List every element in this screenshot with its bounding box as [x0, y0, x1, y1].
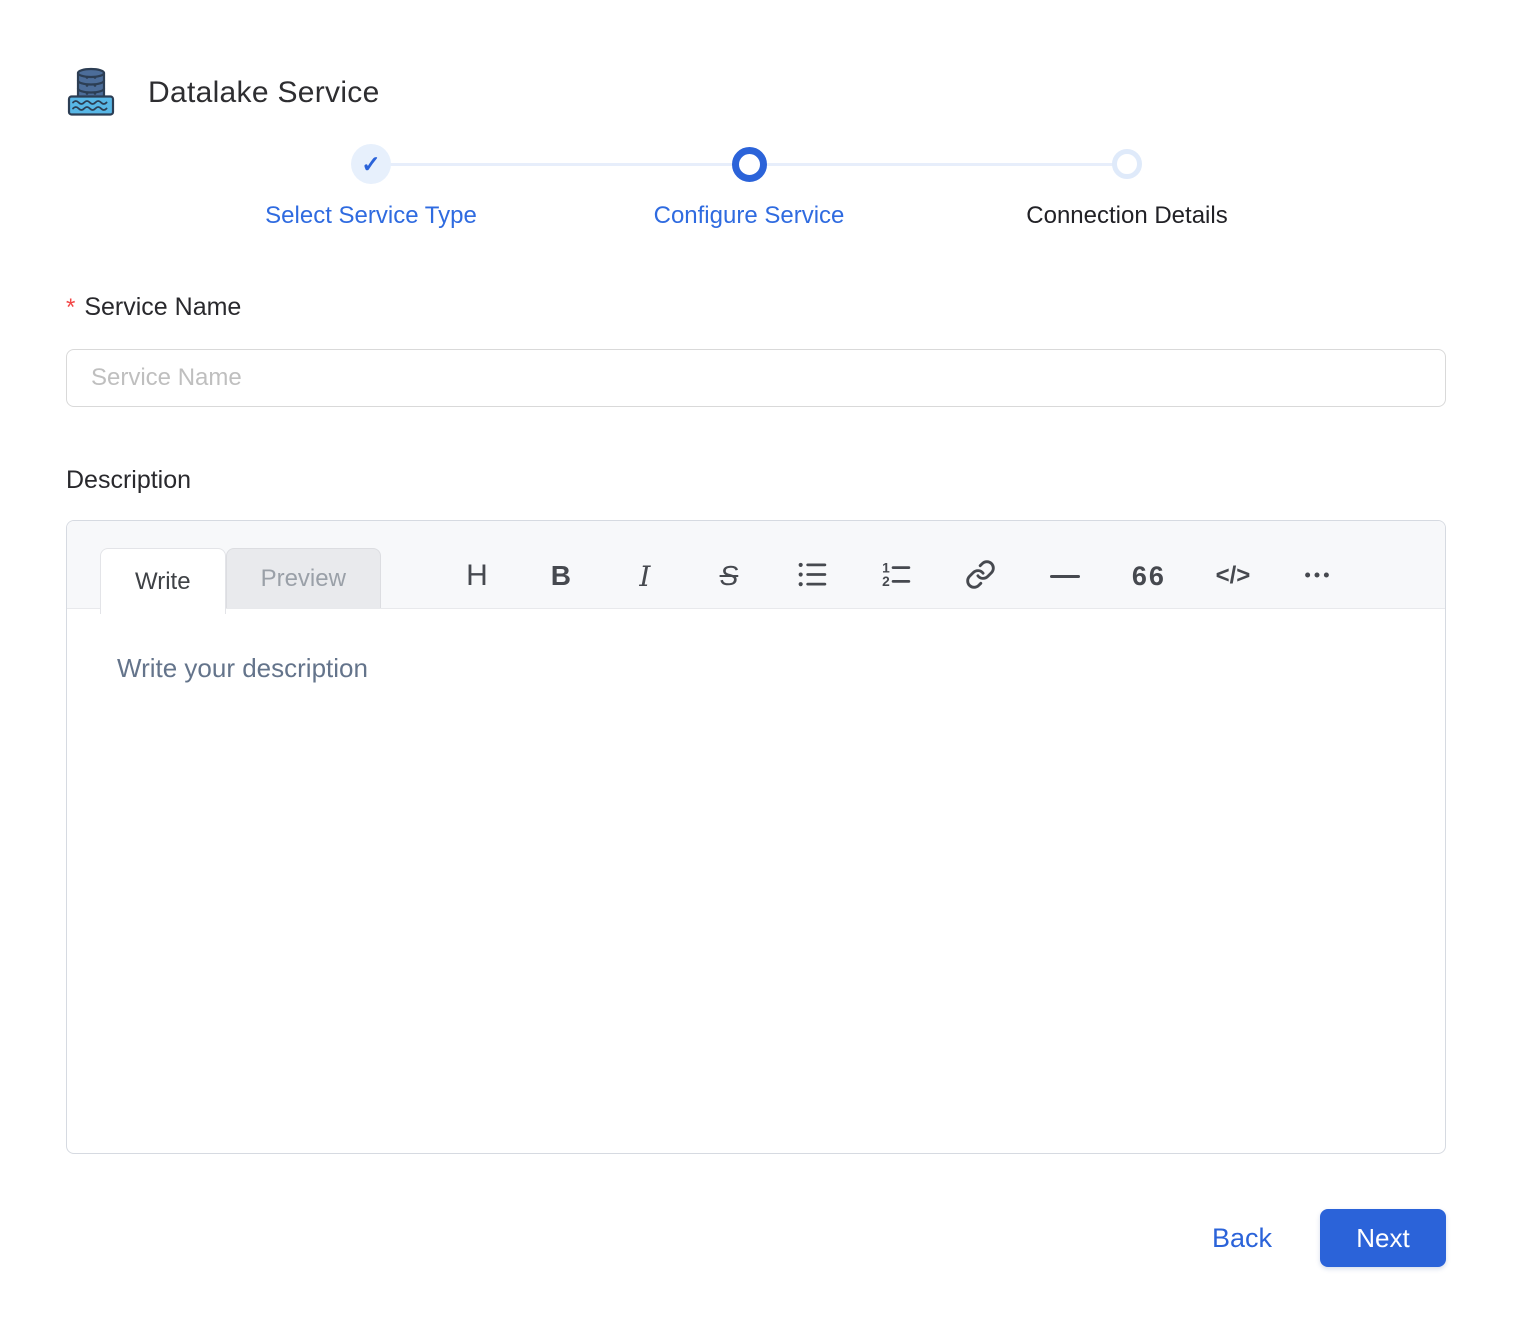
more-icon	[1302, 560, 1332, 593]
required-marker: *	[66, 294, 76, 321]
tab-preview[interactable]: Preview	[225, 548, 381, 608]
description-editor: Write Preview H B I S 1 2 66 </> Write y…	[66, 520, 1446, 1154]
horizontal-rule-button[interactable]	[1023, 554, 1107, 598]
more-button[interactable]	[1275, 554, 1359, 598]
tab-write[interactable]: Write	[100, 548, 226, 614]
quote-button[interactable]: 66	[1107, 554, 1191, 598]
ordered-list-button[interactable]: 1 2	[855, 554, 939, 598]
wizard-footer: Back Next	[66, 1209, 1446, 1267]
italic-icon: I	[639, 559, 651, 593]
quote-icon: 66	[1131, 560, 1166, 591]
step-indicator-completed: ✓	[351, 144, 391, 184]
link-button[interactable]	[939, 554, 1023, 598]
italic-button[interactable]: I	[603, 554, 687, 598]
back-button[interactable]: Back	[1212, 1223, 1272, 1254]
heading-button[interactable]: H	[435, 554, 519, 598]
service-wizard-page: Datalake Service ✓ Select Service Type C…	[0, 0, 1516, 1334]
step-label-select-service-type: Select Service Type	[265, 202, 477, 229]
link-icon	[965, 559, 996, 593]
editor-write-area	[67, 609, 1445, 1153]
service-name-label: * Service Name	[66, 293, 242, 321]
code-icon: </>	[1215, 562, 1251, 589]
unordered-list-button[interactable]	[771, 554, 855, 598]
editor-toolbar: Write Preview H B I S 1 2 66 </>	[67, 521, 1445, 614]
bold-icon: B	[550, 560, 572, 591]
ordered-list-icon: 1 2	[880, 558, 913, 594]
description-label: Description	[66, 466, 192, 494]
svg-text:2: 2	[882, 574, 890, 589]
step-label-configure-service: Configure Service	[653, 202, 845, 229]
unordered-list-icon	[796, 558, 829, 594]
stepper-track: ✓	[182, 144, 1316, 184]
stepper: ✓ Select Service Type Configure Service …	[182, 144, 1316, 230]
strikethrough-icon: S	[719, 560, 739, 591]
step-indicator-pending	[1112, 149, 1142, 179]
description-editor-input[interactable]	[67, 609, 1445, 1153]
datalake-icon	[66, 64, 116, 123]
editor-toolbar-buttons: H B I S 1 2 66 </>	[435, 554, 1359, 598]
page-header: Datalake Service	[66, 64, 1446, 122]
bold-button[interactable]: B	[519, 554, 603, 598]
stepper-labels: Select Service Type Configure Service Co…	[182, 202, 1316, 230]
horizontal-rule-icon	[1049, 574, 1080, 578]
strikethrough-button[interactable]: S	[687, 554, 771, 598]
page-title: Datalake Service	[148, 76, 380, 109]
check-icon: ✓	[361, 150, 381, 177]
step-label-connection-details: Connection Details	[1026, 202, 1228, 229]
editor-tabs: Write Preview	[100, 521, 381, 614]
next-button[interactable]: Next	[1320, 1209, 1446, 1267]
heading-icon: H	[466, 559, 488, 592]
service-name-input[interactable]	[66, 349, 1446, 407]
code-button[interactable]: </>	[1191, 554, 1275, 598]
step-indicator-active	[731, 146, 767, 182]
